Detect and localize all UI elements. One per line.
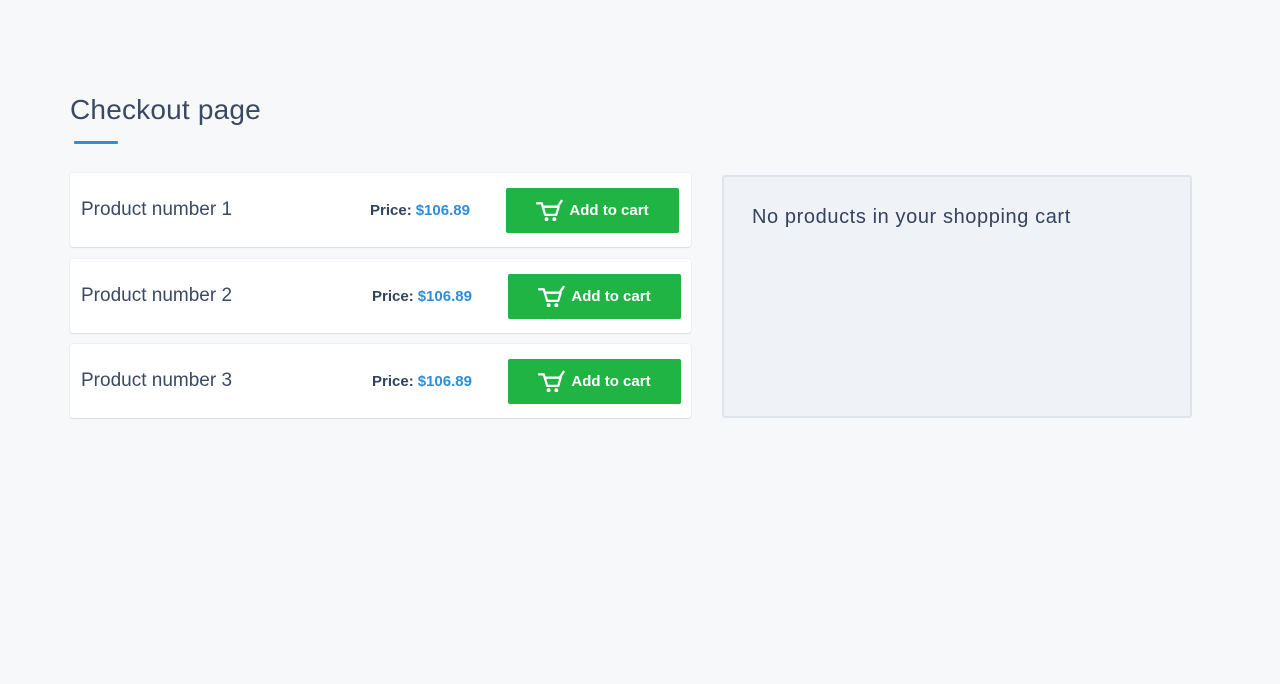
price-label: Price: [370, 201, 412, 219]
product-card: Product number 2 Price: $106.89 Add to c… [70, 259, 691, 333]
price-label: Price: [372, 372, 414, 390]
add-to-cart-button[interactable]: Add to cart [508, 359, 681, 404]
product-name: Product number 2 [81, 285, 233, 306]
cart-icon [538, 285, 566, 307]
product-card: Product number 1 Price: $106.89 Add to c… [70, 173, 691, 247]
price-value: $106.89 [417, 372, 472, 390]
add-to-cart-button[interactable]: Add to cart [508, 274, 681, 319]
add-to-cart-label: Add to cart [569, 202, 649, 219]
product-name: Product number 3 [81, 370, 233, 391]
product-card: Product number 3 Price: $106.89 Add to c… [70, 344, 691, 418]
product-price: Price: $106.89 [372, 344, 472, 418]
checkout-page: Checkout page Product number 1 Price: $1… [0, 0, 1280, 684]
product-name: Product number 1 [81, 199, 233, 220]
cart-icon [536, 199, 564, 221]
add-to-cart-label: Add to cart [571, 288, 651, 305]
add-to-cart-label: Add to cart [571, 373, 651, 390]
add-to-cart-button[interactable]: Add to cart [506, 188, 679, 233]
cart-empty-message: No products in your shopping cart [752, 206, 1071, 228]
price-value: $106.89 [415, 201, 470, 219]
cart-icon [538, 370, 566, 392]
shopping-cart-panel: No products in your shopping cart [722, 175, 1192, 418]
price-value: $106.89 [417, 287, 472, 305]
title-underline [74, 141, 118, 144]
page-title: Checkout page [70, 94, 261, 125]
product-price: Price: $106.89 [372, 259, 472, 333]
price-label: Price: [372, 287, 414, 305]
product-price: Price: $106.89 [370, 173, 470, 247]
